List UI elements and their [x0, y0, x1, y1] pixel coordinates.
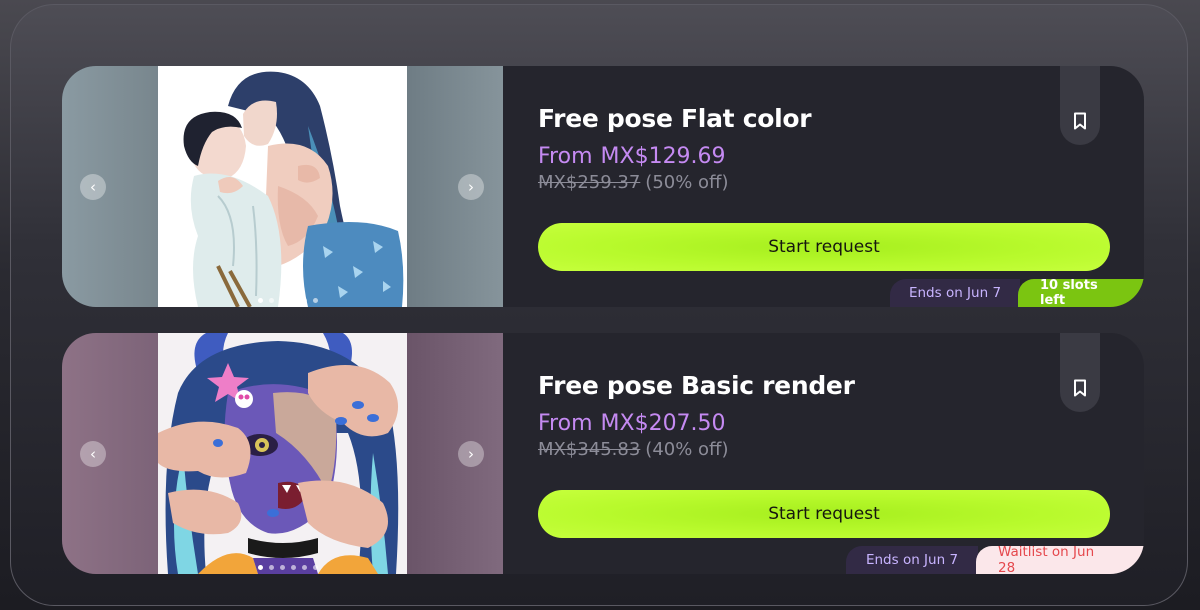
chevron-left-icon: ‹ — [90, 444, 96, 463]
carousel-prev-button[interactable]: ‹ — [80, 174, 106, 200]
card-badges: Ends on Jun 7 Waitlist on Jun 28 — [846, 544, 1144, 574]
carousel-dot[interactable] — [291, 565, 296, 570]
card-info: Free pose Flat color From MX$129.69 MX$25… — [538, 66, 1144, 307]
discount-label: (40% off) — [645, 439, 729, 460]
chevron-right-icon: › — [468, 444, 474, 463]
chevron-right-icon: › — [468, 177, 474, 196]
price-value: MX$207.50 — [600, 411, 726, 436]
commission-card: ‹ › Free pose Basic render From MX$207.50… — [62, 333, 1144, 574]
carousel-dot[interactable] — [269, 298, 274, 303]
end-date-badge: Ends on Jun 7 — [890, 279, 1020, 307]
waitlist-badge: Waitlist on Jun 28 — [976, 544, 1144, 574]
image-carousel: ‹ › — [62, 66, 503, 307]
carousel-dot[interactable] — [302, 298, 307, 303]
carousel-prev-button[interactable]: ‹ — [80, 441, 106, 467]
bookmark-icon — [1074, 379, 1086, 396]
carousel-next-button[interactable]: › — [458, 441, 484, 467]
carousel-dot[interactable] — [258, 565, 263, 570]
original-price-value: MX$259.37 — [538, 172, 641, 193]
end-date-badge: Ends on Jun 7 — [846, 546, 978, 574]
chevron-left-icon: ‹ — [90, 177, 96, 196]
price-prefix: From — [538, 411, 593, 436]
carousel-dot[interactable] — [313, 565, 318, 570]
card-title: Free pose Basic render — [538, 371, 855, 400]
original-price: MX$345.83 (40% off) — [538, 439, 729, 460]
start-request-button[interactable]: Start request — [538, 490, 1110, 538]
carousel-dot[interactable] — [280, 565, 285, 570]
artwork-image — [158, 66, 407, 307]
card-title: Free pose Flat color — [538, 104, 812, 133]
card-badges: Ends on Jun 7 10 slots left — [890, 278, 1144, 307]
artwork-image — [158, 333, 407, 574]
carousel-dots — [258, 298, 318, 303]
carousel-dot[interactable] — [313, 298, 318, 303]
carousel-dots — [258, 565, 318, 570]
carousel-dot[interactable] — [258, 298, 263, 303]
bookmark-icon — [1074, 112, 1086, 129]
carousel-dot[interactable] — [280, 298, 285, 303]
commission-card: ‹ › Free pose Flat color From MX$129.69 M… — [62, 66, 1144, 307]
image-carousel: ‹ › — [62, 333, 503, 574]
bookmark-button[interactable] — [1060, 333, 1100, 412]
carousel-dot[interactable] — [302, 565, 307, 570]
bookmark-button[interactable] — [1060, 66, 1100, 145]
slots-badge: 10 slots left — [1018, 278, 1144, 307]
current-price: From MX$129.69 — [538, 144, 726, 169]
carousel-dot[interactable] — [291, 298, 296, 303]
current-price: From MX$207.50 — [538, 411, 726, 436]
price-prefix: From — [538, 144, 593, 169]
card-info: Free pose Basic render From MX$207.50 MX$… — [538, 333, 1144, 574]
price-value: MX$129.69 — [600, 144, 726, 169]
original-price: MX$259.37 (50% off) — [538, 172, 729, 193]
start-request-button[interactable]: Start request — [538, 223, 1110, 271]
discount-label: (50% off) — [645, 172, 729, 193]
original-price-value: MX$345.83 — [538, 439, 641, 460]
carousel-dot[interactable] — [269, 565, 274, 570]
carousel-next-button[interactable]: › — [458, 174, 484, 200]
